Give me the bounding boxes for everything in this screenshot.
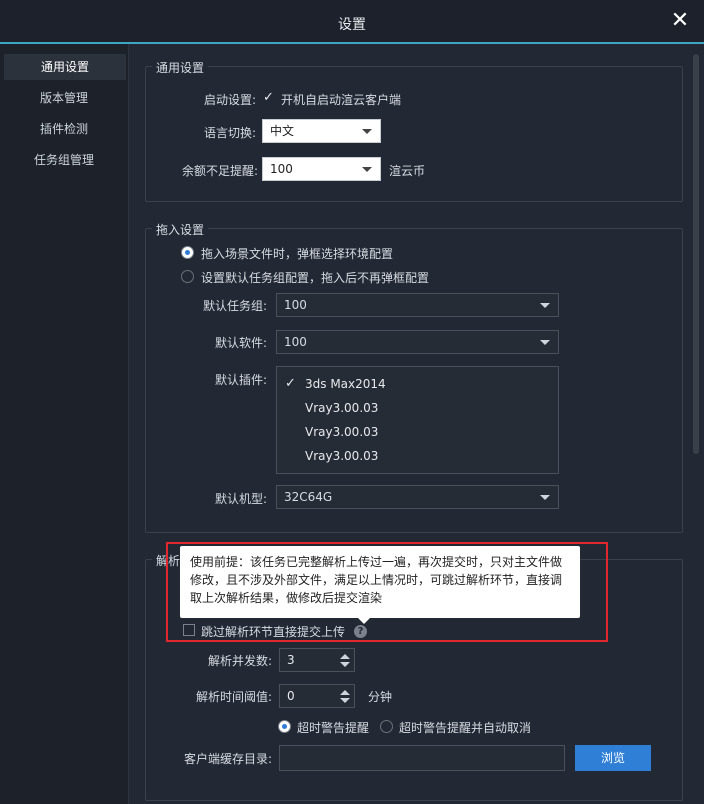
- plugin-item[interactable]: 3ds Max2014: [305, 377, 386, 391]
- chevron-down-icon: [540, 340, 550, 345]
- stepper-up-icon[interactable]: [340, 690, 350, 695]
- plugin-label: 默认插件:: [215, 373, 268, 387]
- scrollbar-thumb[interactable]: [693, 54, 699, 454]
- timeout-unit: 分钟: [368, 690, 393, 704]
- balance-select-value: 100: [270, 162, 293, 176]
- plugin-checkbox[interactable]: ✓: [285, 377, 296, 390]
- task-group-select[interactable]: 100: [276, 293, 559, 317]
- language-select-value: 中文: [270, 124, 295, 138]
- plugin-list[interactable]: ✓ 3ds Max2014 Vray3.00.03 Vray3.00.03 Vr…: [276, 366, 559, 474]
- chevron-down-icon: [362, 129, 372, 134]
- chevron-down-icon: [362, 167, 372, 172]
- language-select[interactable]: 中文: [262, 119, 381, 143]
- sidebar-item-plugin-check[interactable]: 插件检测: [0, 116, 128, 142]
- plugin-item[interactable]: Vray3.00.03: [305, 401, 378, 415]
- balance-unit: 渲云币: [389, 164, 426, 178]
- chevron-down-icon: [540, 495, 550, 500]
- title-bar: 设置 ✕: [0, 0, 704, 44]
- concurrency-label: 解析并发数:: [208, 654, 273, 668]
- radio-timeout-warn-cancel-label[interactable]: 超时警告提醒并自动取消: [399, 719, 531, 736]
- software-select-value: 100: [284, 335, 307, 349]
- radio-default-group[interactable]: [181, 270, 194, 283]
- sidebar-item-version[interactable]: 版本管理: [0, 85, 128, 111]
- radio-dialog-select[interactable]: [181, 246, 194, 259]
- cache-dir-input[interactable]: [279, 745, 565, 771]
- software-select[interactable]: 100: [276, 330, 559, 354]
- stepper-up-icon[interactable]: [340, 654, 350, 659]
- startup-checkbox-label[interactable]: 开机自启动渲云客户端: [281, 91, 401, 108]
- timeout-value: 0: [287, 689, 295, 703]
- highlight-box: [166, 542, 608, 642]
- task-group-label: 默认任务组:: [203, 299, 268, 313]
- balance-label: 余额不足提醒:: [182, 164, 259, 178]
- startup-label: 启动设置:: [204, 93, 257, 107]
- concurrency-stepper[interactable]: 3: [279, 648, 355, 672]
- machine-select-value: 32C64G: [284, 490, 333, 504]
- machine-select[interactable]: 32C64G: [276, 485, 559, 509]
- stepper-down-icon[interactable]: [340, 662, 350, 667]
- browse-button[interactable]: 浏览: [575, 745, 651, 771]
- sidebar: 通用设置 版本管理 插件检测 任务组管理: [0, 44, 129, 804]
- concurrency-value: 3: [287, 653, 295, 667]
- import-settings-legend: 拖入设置: [152, 221, 209, 238]
- scrollbar[interactable]: [692, 52, 700, 796]
- language-label: 语言切换:: [204, 126, 257, 140]
- task-group-select-value: 100: [284, 298, 307, 312]
- general-settings-legend: 通用设置: [152, 59, 209, 76]
- radio-timeout-warn[interactable]: [278, 720, 291, 733]
- plugin-item[interactable]: Vray3.00.03: [305, 425, 378, 439]
- radio-timeout-warn-label[interactable]: 超时警告提醒: [297, 719, 369, 736]
- timeout-stepper[interactable]: 0: [279, 684, 355, 708]
- cache-dir-label: 客户端缓存目录:: [184, 752, 273, 766]
- stepper-down-icon[interactable]: [340, 698, 350, 703]
- window-title: 设置: [338, 17, 366, 33]
- balance-select[interactable]: 100: [262, 157, 381, 181]
- chevron-down-icon: [540, 303, 550, 308]
- plugin-item[interactable]: Vray3.00.03: [305, 449, 378, 463]
- startup-checkbox[interactable]: ✓: [263, 91, 274, 104]
- software-label: 默认软件:: [215, 336, 268, 350]
- timeout-label: 解析时间阈值:: [196, 690, 273, 704]
- radio-timeout-warn-cancel[interactable]: [380, 720, 393, 733]
- sidebar-item-task-group[interactable]: 任务组管理: [0, 147, 128, 173]
- radio-dialog-select-label[interactable]: 拖入场景文件时，弹框选择环境配置: [201, 245, 393, 262]
- machine-label: 默认机型:: [215, 492, 268, 506]
- sidebar-item-general[interactable]: 通用设置: [4, 54, 126, 80]
- close-icon[interactable]: ✕: [668, 9, 692, 33]
- radio-default-group-label[interactable]: 设置默认任务组配置，拖入后不再弹框配置: [201, 269, 429, 286]
